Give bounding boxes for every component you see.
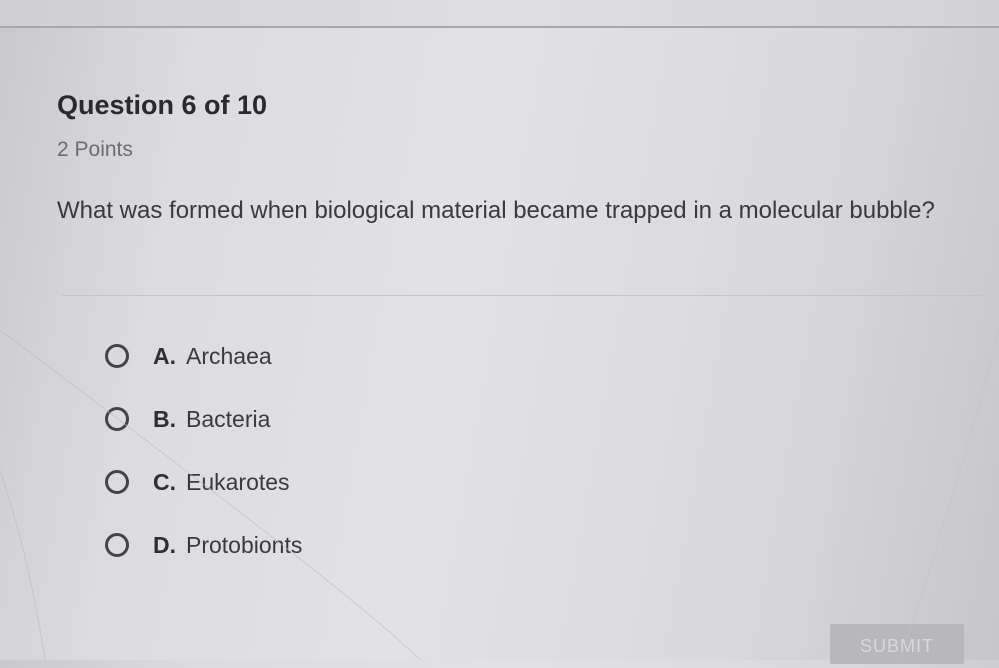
radio-unchecked-icon[interactable] — [105, 533, 129, 557]
radio-unchecked-icon[interactable] — [105, 470, 129, 494]
top-bar — [0, 0, 999, 26]
answer-option-b[interactable]: B. Bacteria — [105, 402, 270, 436]
answer-option-c[interactable]: C. Eukarotes — [105, 465, 290, 499]
option-text[interactable]: Eukarotes — [186, 469, 290, 496]
option-text[interactable]: Protobionts — [186, 532, 302, 559]
option-letter: C. — [153, 468, 176, 495]
option-letter: B. — [153, 405, 176, 432]
option-text[interactable]: Archaea — [186, 343, 272, 370]
question-points: 2 Points — [57, 138, 133, 161]
divider — [62, 295, 982, 296]
answer-option-a[interactable]: A. Archaea — [105, 339, 272, 373]
question-text: What was formed when biological material… — [57, 197, 935, 224]
top-bar-border — [0, 26, 999, 28]
question-title: Question 6 of 10 — [57, 90, 268, 120]
radio-unchecked-icon[interactable] — [105, 344, 129, 368]
option-text[interactable]: Bacteria — [186, 406, 270, 433]
radio-unchecked-icon[interactable] — [105, 407, 129, 431]
option-letter: D. — [153, 531, 176, 558]
submit-button[interactable]: SUBMIT — [830, 624, 964, 664]
option-letter: A. — [153, 342, 176, 369]
answer-option-d[interactable]: D. Protobionts — [105, 528, 302, 562]
